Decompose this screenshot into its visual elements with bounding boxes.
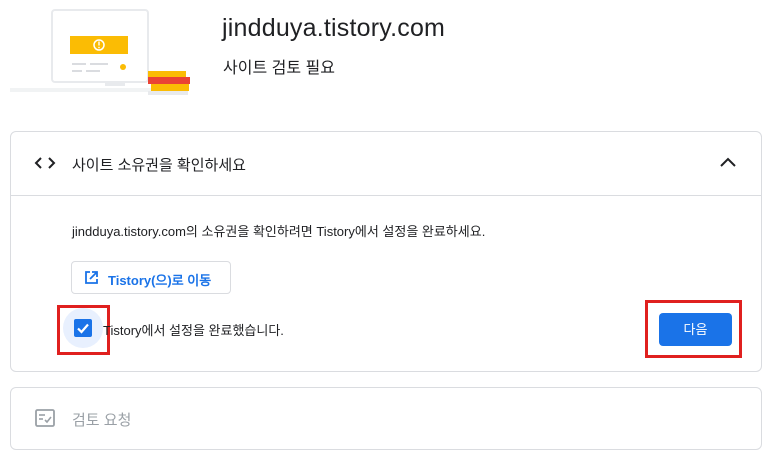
code-icon bbox=[34, 157, 56, 169]
go-to-tistory-label: Tistory(으)로 이동 bbox=[108, 273, 212, 288]
site-status-subtitle: 사이트 검토 필요 bbox=[223, 60, 335, 77]
review-icon bbox=[35, 409, 55, 427]
verify-ownership-header[interactable]: 사이트 소유권을 확인하세요 bbox=[11, 132, 761, 196]
go-to-tistory-button[interactable]: Tistory(으)로 이동 bbox=[71, 261, 231, 294]
open-in-new-icon bbox=[85, 271, 98, 284]
verify-description: jindduya.tistory.com의 소유권을 확인하려면 Tistory… bbox=[72, 224, 486, 239]
page-header: jindduya.tistory.com 사이트 검토 필요 bbox=[0, 0, 773, 110]
setup-complete-label: Tistory에서 설정을 완료했습니다. bbox=[103, 323, 284, 338]
request-review-card: 검토 요청 bbox=[10, 387, 762, 450]
request-review-title: 검토 요청 bbox=[72, 412, 132, 429]
chevron-up-icon[interactable] bbox=[717, 152, 739, 174]
site-title: jindduya.tistory.com bbox=[222, 14, 446, 42]
verify-ownership-title: 사이트 소유권을 확인하세요 bbox=[72, 157, 246, 174]
site-review-illustration bbox=[10, 9, 190, 95]
next-button-highlight-box bbox=[645, 300, 742, 358]
verify-ownership-card: 사이트 소유권을 확인하세요 jindduya.tistory.com의 소유권… bbox=[10, 131, 762, 372]
